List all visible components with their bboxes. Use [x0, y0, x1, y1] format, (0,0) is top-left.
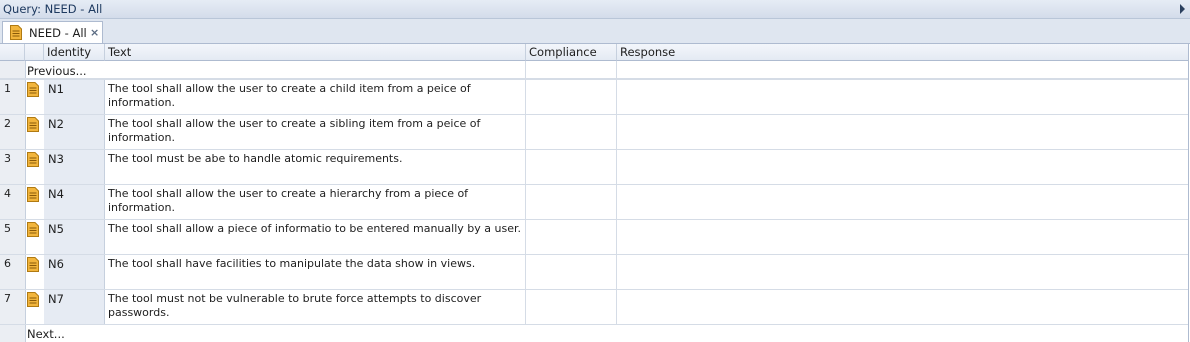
expand-arrow-icon[interactable] [1180, 4, 1185, 14]
row-number: 6 [4, 257, 11, 270]
table-row[interactable]: 6 N6 The tool shall have facilities to man… [0, 254, 1188, 289]
compliance-cell[interactable] [526, 290, 616, 324]
column-header-text[interactable]: Text [105, 44, 526, 61]
identity-cell[interactable]: N2 [48, 117, 64, 131]
row-number: 4 [4, 187, 11, 200]
compliance-cell[interactable] [526, 255, 616, 289]
response-cell[interactable] [617, 185, 1187, 219]
table-row[interactable]: 4 N4 The tool shall allow the user to crea… [0, 184, 1188, 219]
table-row[interactable]: 3 N3 The tool must be abe to handle atomic… [0, 149, 1188, 184]
text-cell[interactable]: The tool must be abe to handle atomic re… [108, 152, 526, 166]
response-cell[interactable] [617, 150, 1187, 184]
next-link[interactable]: Next... [27, 327, 65, 341]
document-icon [10, 25, 22, 40]
document-icon [27, 152, 39, 167]
response-cell[interactable] [617, 220, 1187, 254]
table-row[interactable]: 5 N5 The tool shall allow a piece of infor… [0, 219, 1188, 254]
text-cell[interactable]: The tool shall allow the user to create … [108, 187, 526, 215]
text-cell[interactable]: The tool shall allow the user to create … [108, 82, 526, 110]
table-row[interactable]: 7 N7 The tool must not be vulnerable to br… [0, 289, 1188, 324]
compliance-cell[interactable] [526, 220, 616, 254]
row-number: 3 [4, 152, 11, 165]
identity-cell[interactable]: N5 [48, 222, 64, 236]
tab-need-all[interactable]: NEED - All × [2, 21, 103, 43]
response-cell[interactable] [617, 80, 1187, 114]
identity-cell[interactable]: N1 [48, 82, 64, 96]
document-icon [27, 257, 39, 272]
text-cell[interactable]: The tool shall have facilities to manipu… [108, 257, 526, 271]
document-icon [27, 117, 39, 132]
table-row[interactable]: 1 N1 The tool shall allow the user to crea… [0, 79, 1188, 114]
corner-header [0, 44, 25, 61]
text-cell[interactable]: The tool must not be vulnerable to brute… [108, 292, 526, 320]
row-number: 7 [4, 292, 11, 305]
document-icon [27, 222, 39, 237]
close-icon[interactable]: × [90, 26, 99, 39]
document-icon [27, 187, 39, 202]
row-number: 5 [4, 222, 11, 235]
response-cell[interactable] [617, 115, 1187, 149]
previous-link[interactable]: Previous... [27, 64, 87, 78]
query-title-bar: Query: NEED - All [0, 0, 1190, 19]
compliance-cell[interactable] [526, 80, 616, 114]
compliance-cell[interactable] [526, 115, 616, 149]
column-header-response[interactable]: Response [617, 44, 1188, 61]
column-header-compliance[interactable]: Compliance [526, 44, 617, 61]
compliance-cell[interactable] [526, 185, 616, 219]
document-icon [27, 82, 39, 97]
response-cell[interactable] [617, 290, 1187, 324]
tab-label: NEED - All [29, 26, 87, 40]
text-cell[interactable]: The tool shall allow the user to create … [108, 117, 526, 145]
identity-cell[interactable]: N4 [48, 187, 64, 201]
row-number: 2 [4, 117, 11, 130]
row-number: 1 [4, 82, 11, 95]
requirements-grid: Identity Text Compliance Response Previo… [0, 44, 1189, 342]
column-header-identity[interactable]: Identity [44, 44, 105, 61]
icon-column-header[interactable] [25, 44, 44, 61]
tab-strip: NEED - All × [0, 19, 1190, 44]
window-title: Query: NEED - All [3, 2, 103, 16]
identity-cell[interactable]: N7 [48, 292, 64, 306]
compliance-cell[interactable] [526, 150, 616, 184]
identity-cell[interactable]: N6 [48, 257, 64, 271]
row-divider [0, 324, 1188, 325]
response-cell[interactable] [617, 255, 1187, 289]
table-row[interactable]: 2 N2 The tool shall allow the user to crea… [0, 114, 1188, 149]
identity-cell[interactable]: N3 [48, 152, 64, 166]
text-cell[interactable]: The tool shall allow a piece of informat… [108, 222, 526, 236]
document-icon [27, 292, 39, 307]
